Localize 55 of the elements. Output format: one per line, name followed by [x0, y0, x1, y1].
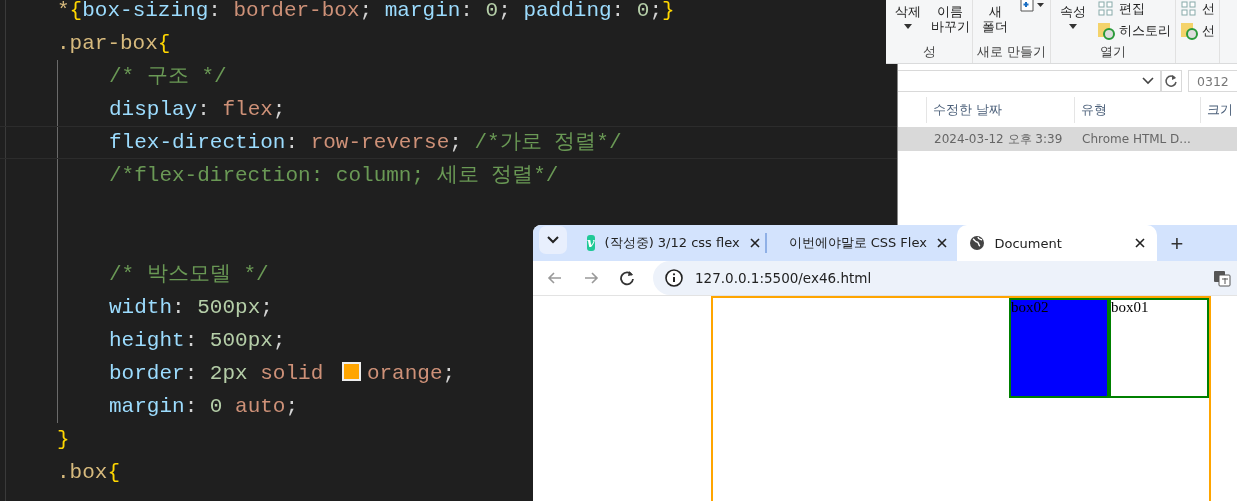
ribbon-button[interactable]: 속성 — [1055, 0, 1091, 29]
forward-icon[interactable] — [583, 270, 599, 286]
new-item-icon[interactable] — [1019, 0, 1046, 14]
code-line: height: 500px; — [109, 328, 286, 354]
code-line: margin: 0 auto; — [109, 394, 299, 420]
code-line: .box{ — [57, 460, 121, 486]
info-icon — [665, 269, 683, 287]
flex-item: box01 — [1109, 298, 1209, 398]
ribbon-button[interactable]: 선 — [1180, 22, 1215, 40]
column-header[interactable]: 수정한 날짜 — [926, 97, 1074, 123]
refresh-icon — [1164, 74, 1179, 88]
close-icon[interactable] — [936, 238, 947, 248]
history-icon — [1180, 22, 1198, 40]
close-icon[interactable] — [749, 238, 760, 248]
browser-tab[interactable]: 이번에야말로 CSS Flex — [766, 225, 957, 261]
chevron-icon — [1141, 77, 1154, 85]
code-line: .par-box{ — [57, 31, 171, 57]
ribbon-button[interactable]: 선 — [1180, 0, 1215, 18]
refresh-button[interactable] — [1160, 70, 1182, 92]
reload-icon[interactable] — [619, 270, 635, 286]
code-line: display: flex; — [109, 97, 286, 123]
ribbon-button[interactable]: 삭제 — [890, 0, 926, 29]
chevron-icon — [547, 236, 559, 244]
tab-search-button[interactable] — [539, 226, 567, 254]
file-row[interactable]: 2024-03-12 오후 3:39 Chrome HTML D... — [898, 127, 1237, 151]
color-swatch[interactable] — [341, 362, 361, 381]
translate-icon[interactable] — [1213, 269, 1231, 287]
column-header[interactable]: 크기 — [1200, 97, 1237, 123]
code-line: width: 500px; — [109, 295, 273, 321]
globe-icon — [968, 235, 985, 251]
new-tab-button[interactable]: + — [1164, 231, 1190, 257]
ribbon-button[interactable]: 편집 — [1097, 0, 1171, 18]
code-line: /* 구조 */ — [109, 64, 227, 90]
code-line: flex-direction: row-reverse; /*가로 정렬*/ — [109, 130, 622, 156]
close-icon[interactable] — [1134, 238, 1145, 248]
back-icon[interactable] — [547, 270, 563, 286]
url-field[interactable]: 127.0.0.1:5500/ex46.html — [653, 261, 1237, 295]
ribbon-button[interactable]: 새 폴더 — [977, 0, 1014, 34]
column-header[interactable]: 유형 — [1074, 97, 1200, 123]
code-line: /* 박스모델 */ — [109, 262, 269, 288]
ribbon-group-label: 열기 — [1100, 44, 1126, 61]
search-field[interactable]: 0312 — [1188, 70, 1237, 92]
browser-tab[interactable]: Document — [956, 225, 1157, 261]
code-line: /*flex-direction: column; 세로 정렬*/ — [109, 163, 559, 189]
flex-item: box02 — [1009, 298, 1109, 398]
browser-tab[interactable]: v (작성중) 3/12 css flex — [575, 225, 765, 261]
ribbon-group-label: 성 — [922, 44, 936, 61]
ribbon-group-label: 새로 만들기 — [977, 44, 1046, 61]
code-line: border: 2px solid orange; — [109, 361, 456, 387]
code-line: } — [57, 427, 70, 453]
code-line: *{box-sizing: border-box; margin: 0; padding: 0;} — [57, 0, 675, 24]
history-icon — [1097, 22, 1115, 40]
site-logo-icon: v — [587, 235, 595, 251]
ribbon-button[interactable]: 히스토리 — [1097, 22, 1171, 40]
ribbon-button[interactable]: 이름 바꾸기 — [932, 0, 968, 34]
